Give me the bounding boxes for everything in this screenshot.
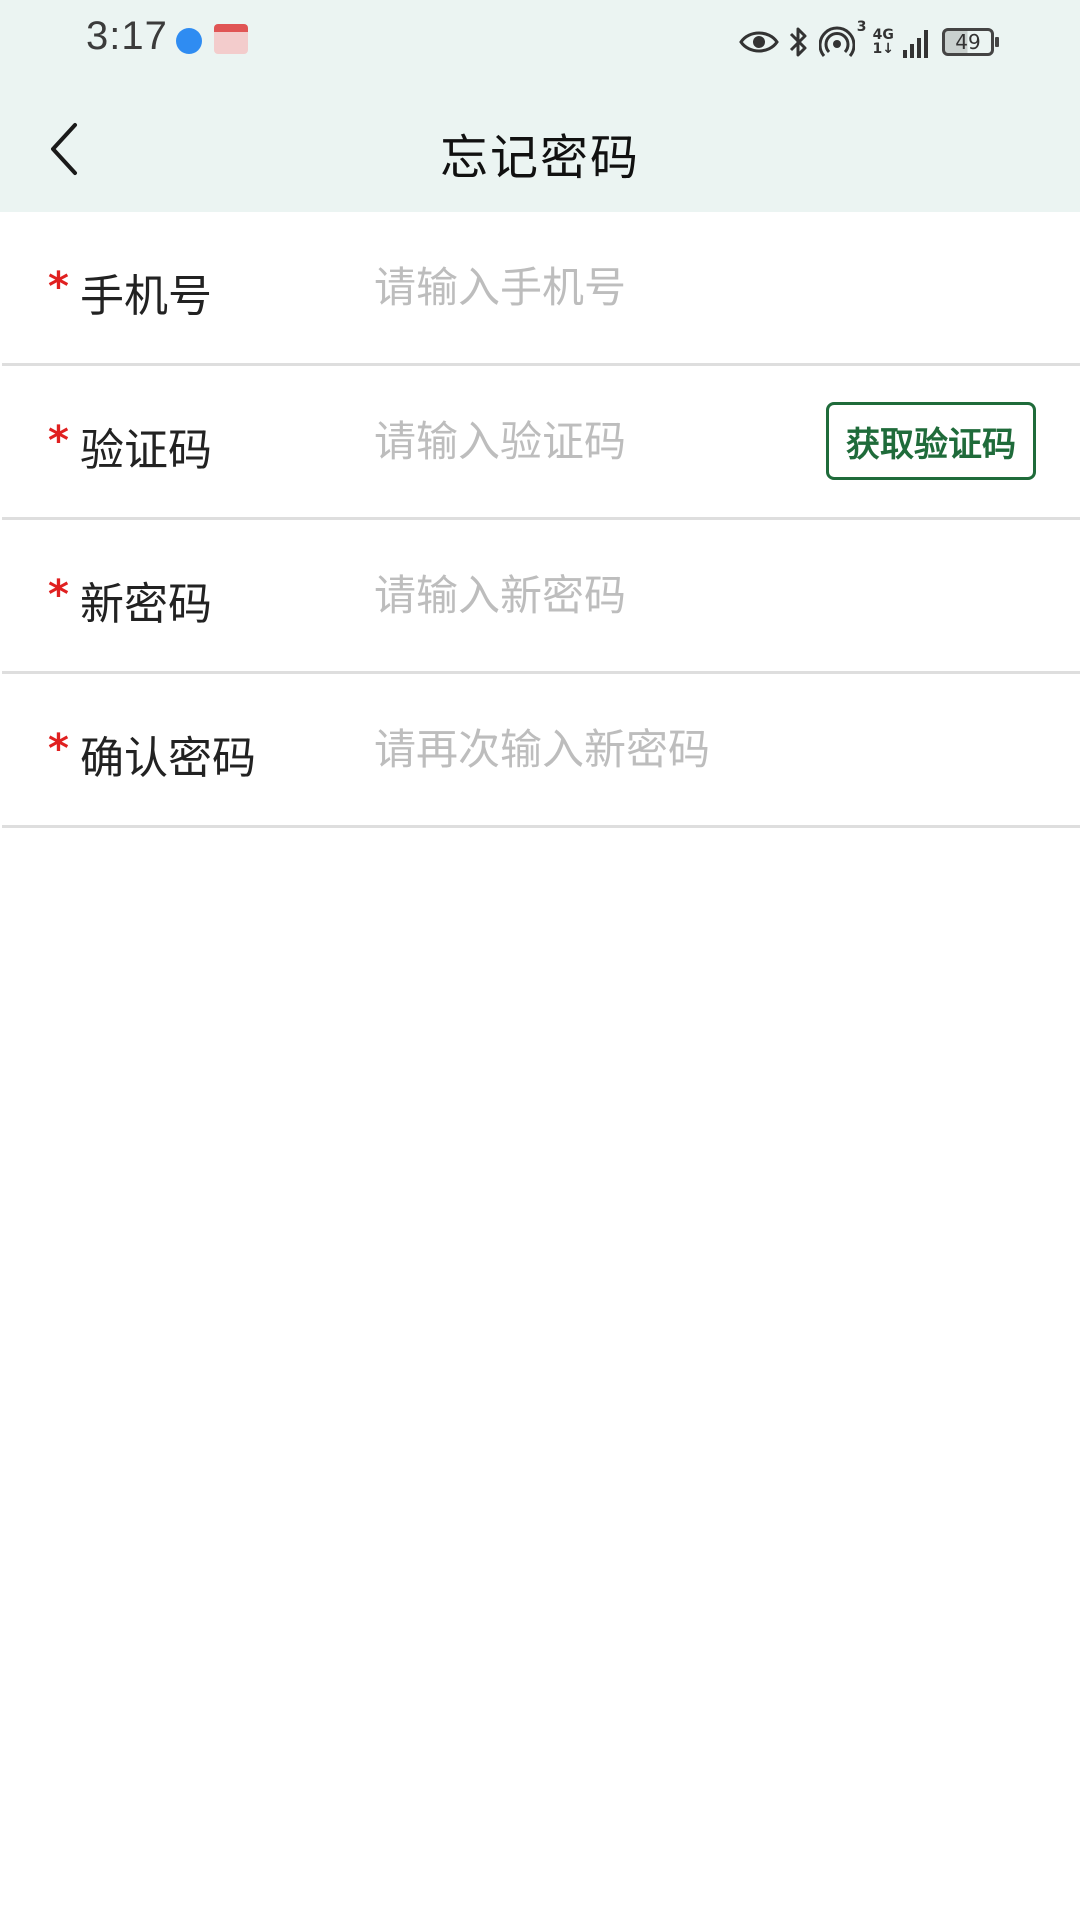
browser-notification-icon bbox=[176, 28, 202, 54]
verification-code-input[interactable] bbox=[374, 408, 794, 474]
confirm-password-input[interactable] bbox=[374, 716, 1014, 782]
reset-password-form: * 手机号 * 验证码 获取验证码 * 新密码 * 确认密码 bbox=[0, 212, 1080, 828]
new-password-input[interactable] bbox=[374, 562, 794, 628]
status-icons: 3 4G 1↓ 49 bbox=[731, 18, 999, 66]
phone-label: 手机号 bbox=[80, 271, 212, 322]
verification-code-row: * 验证码 获取验证码 bbox=[2, 366, 1080, 520]
navigation-bar: 忘记密码 bbox=[0, 100, 1080, 200]
required-mark: * bbox=[48, 418, 69, 464]
confirm-password-row: * 确认密码 bbox=[2, 674, 1080, 828]
network-activity: 1↓ bbox=[872, 41, 894, 57]
phone-row: * 手机号 bbox=[2, 212, 1080, 366]
app-notification-icon bbox=[214, 24, 248, 54]
status-time: 3:17 bbox=[86, 14, 168, 58]
required-mark: * bbox=[48, 572, 69, 618]
confirm-password-label: 确认密码 bbox=[80, 733, 256, 784]
required-mark: * bbox=[48, 726, 69, 772]
signal-icon bbox=[903, 30, 928, 58]
page-title: 忘记密码 bbox=[439, 130, 640, 186]
get-verification-code-button[interactable]: 获取验证码 bbox=[826, 402, 1036, 480]
new-password-label: 新密码 bbox=[80, 579, 212, 630]
top-header-area: 3:17 3 4G 1↓ 49 忘记密码 bbox=[0, 0, 1080, 212]
battery-icon: 49 bbox=[942, 28, 999, 56]
new-password-row: * 新密码 bbox=[2, 520, 1080, 674]
hotspot-icon bbox=[818, 26, 855, 57]
bluetooth-icon bbox=[789, 27, 807, 57]
network-type-label: 4G bbox=[872, 27, 894, 43]
verification-code-label: 验证码 bbox=[80, 425, 212, 476]
phone-input[interactable] bbox=[374, 254, 794, 320]
hotspot-count: 3 bbox=[856, 19, 867, 35]
status-bar: 3:17 3 4G 1↓ 49 bbox=[0, 0, 1080, 84]
eye-icon bbox=[738, 31, 779, 53]
network-type: 4G 1↓ bbox=[873, 28, 894, 56]
required-mark: * bbox=[48, 264, 69, 310]
